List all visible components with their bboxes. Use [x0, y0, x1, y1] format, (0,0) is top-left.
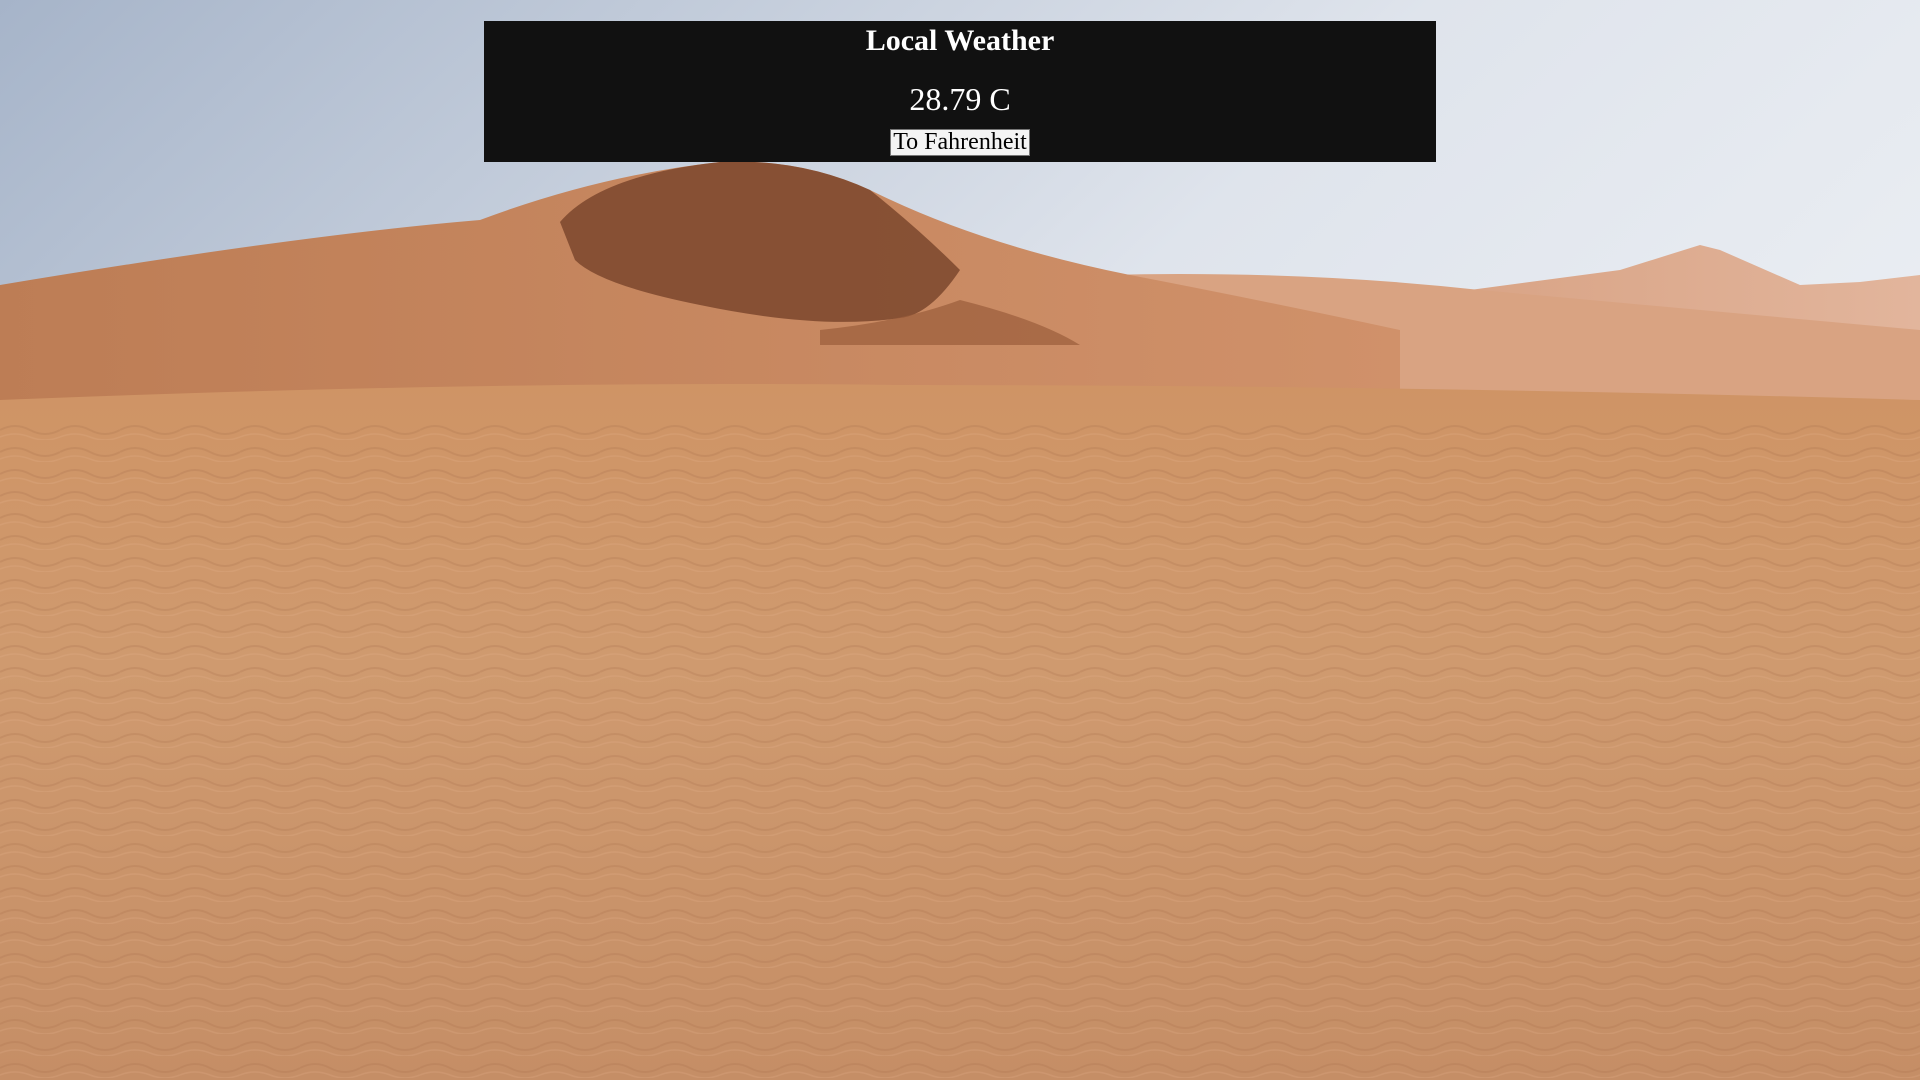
temperature-value: 28.79: [909, 81, 982, 117]
temperature-display: 28.79 C: [484, 81, 1436, 117]
unit-toggle-button[interactable]: To Fahrenheit: [890, 129, 1030, 156]
desert-background-image: [0, 0, 1920, 1080]
weather-panel: Local Weather 28.79 C To Fahrenheit: [484, 21, 1436, 162]
temperature-unit: C: [989, 81, 1011, 117]
page-title: Local Weather: [865, 24, 1055, 57]
